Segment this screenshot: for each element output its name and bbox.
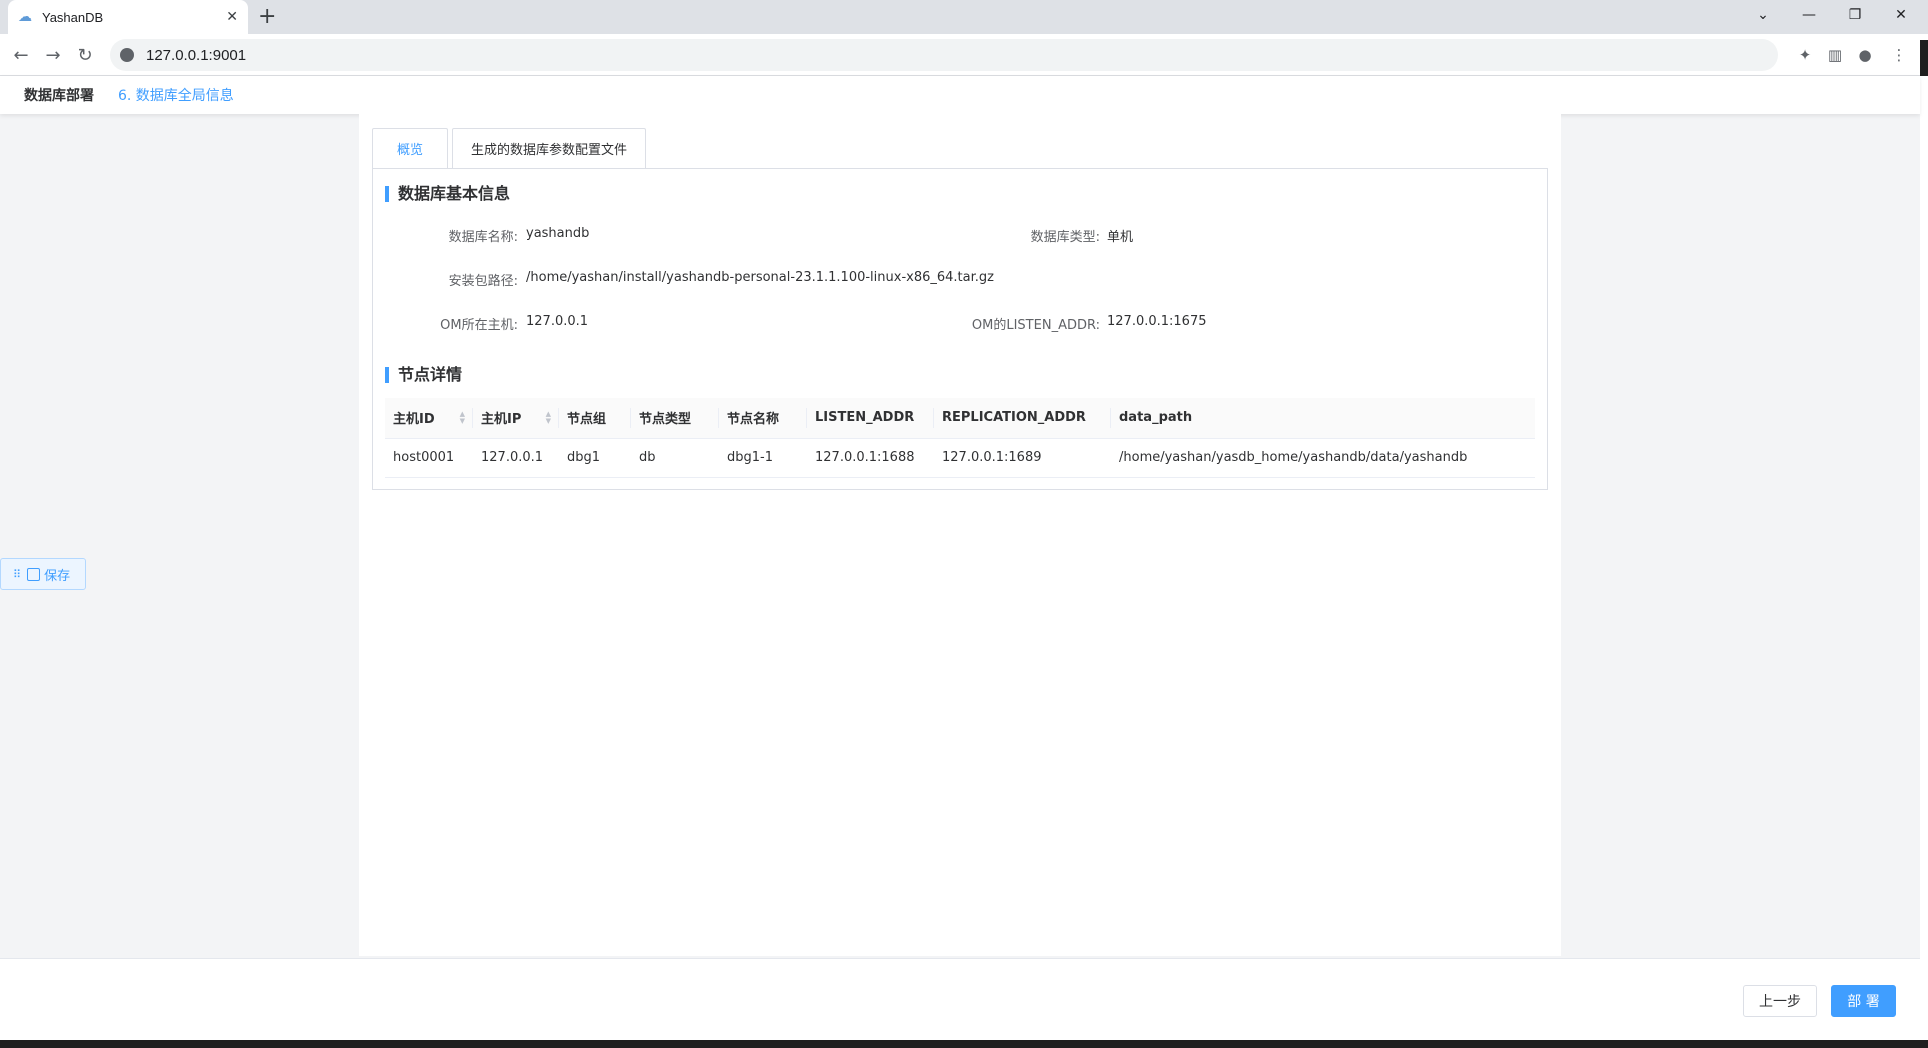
url-bar[interactable]: 127.0.0.1:9001 xyxy=(110,39,1778,71)
deploy-button[interactable]: 部 署 xyxy=(1831,985,1896,1017)
tab-config-file[interactable]: 生成的数据库参数配置文件 xyxy=(452,128,647,168)
db-name-label: 数据库名称: xyxy=(448,230,518,245)
reload-icon[interactable]: ↻ xyxy=(72,42,98,68)
cell-data-path: /home/yashan/yasdb_home/yashandb/data/ya… xyxy=(1111,438,1535,478)
col-node-name: 节点名称 xyxy=(719,398,807,439)
col-node-type: 节点类型 xyxy=(631,398,719,439)
db-type-label: 数据库类型: xyxy=(1030,230,1100,245)
cell-host-ip: 127.0.0.1 xyxy=(473,438,559,478)
table-header-row: 主机ID ▲ ▼ 主机IP ▲ ▼ 节点组 节点类型 节点名称 LISTEN_ADDR … xyxy=(385,398,1535,439)
browser-tabbar: ☁ YashanDB ✕ + ⌄ — ❐ ✕ xyxy=(0,0,1928,34)
db-type-value: 单机 xyxy=(1107,230,1134,245)
page-scrollbar[interactable] xyxy=(1920,76,1928,1040)
browser-tab-title: YashanDB xyxy=(42,9,104,25)
node-table: 主机ID ▲ ▼ 主机IP ▲ ▼ 节点组 节点类型 节点名称 LISTEN_ADDR … xyxy=(385,398,1535,478)
cell-host-id: host0001 xyxy=(385,438,473,478)
save-icon xyxy=(27,567,41,581)
tab-search-icon[interactable]: ⌄ xyxy=(1740,0,1786,30)
close-tab-icon[interactable]: ✕ xyxy=(226,9,238,25)
sort-caret-icon[interactable]: ▲ ▼ xyxy=(460,411,465,425)
profile-icon[interactable]: ● xyxy=(1854,44,1876,66)
cell-node-type: db xyxy=(631,438,719,478)
col-host-id-label: 主机ID xyxy=(393,412,435,428)
install-path-value: /home/yashan/install/yashandb-personal-2… xyxy=(526,270,994,285)
col-replication-addr: REPLICATION_ADDR xyxy=(934,398,1111,439)
current-step: 6. 数据库全局信息 xyxy=(118,88,234,104)
app-header: 数据库部署 6. 数据库全局信息 xyxy=(0,76,1920,114)
om-host-value: 127.0.0.1 xyxy=(526,314,589,329)
yashandb-favicon-icon: ☁ xyxy=(18,9,32,25)
restore-icon[interactable]: ❐ xyxy=(1832,0,1878,30)
new-tab-icon[interactable]: + xyxy=(258,4,276,30)
col-listen-addr-label: LISTEN_ADDR xyxy=(815,410,915,426)
menu-icon[interactable]: ⋮ xyxy=(1888,44,1910,66)
browser-tab[interactable]: ☁ YashanDB ✕ xyxy=(8,0,248,34)
col-node-group: 节点组 xyxy=(559,398,631,439)
side-panel-icon[interactable]: ▥ xyxy=(1824,44,1846,66)
previous-step-button[interactable]: 上一步 xyxy=(1743,985,1817,1017)
tab-overview[interactable]: 概览 xyxy=(372,128,449,168)
cell-replication-addr: 127.0.0.1:1689 xyxy=(934,438,1111,478)
cell-node-name: dbg1-1 xyxy=(719,438,807,478)
url-text: 127.0.0.1:9001 xyxy=(146,46,247,64)
os-taskbar xyxy=(0,1040,1928,1048)
node-details-title: 节点详情 xyxy=(385,367,462,383)
col-node-group-label: 节点组 xyxy=(567,412,607,428)
drag-handle-icon[interactable]: ⠿ xyxy=(13,568,21,581)
col-listen-addr: LISTEN_ADDR xyxy=(807,398,934,439)
extensions-icon[interactable]: ✦ xyxy=(1794,44,1816,66)
om-listen-label: OM的LISTEN_ADDR: xyxy=(971,318,1100,333)
om-listen-value: 127.0.0.1:1675 xyxy=(1107,314,1207,329)
col-data-path: data_path xyxy=(1111,398,1535,439)
save-button[interactable]: ⠿ 保存 xyxy=(0,558,86,590)
save-label: 保存 xyxy=(44,568,71,584)
table-row: host0001 127.0.0.1 dbg1 db dbg1-1 127.0.… xyxy=(385,438,1535,478)
install-path-label: 安装包路径: xyxy=(448,274,518,289)
db-name-value: yashandb xyxy=(526,226,590,241)
footer-bar: 上一步 部 署 xyxy=(0,958,1920,1040)
col-data-path-label: data_path xyxy=(1119,410,1193,426)
browser-toolbar: ← → ↻ 127.0.0.1:9001 ✦ ▥ ● ⋮ xyxy=(0,34,1928,76)
page-title: 数据库部署 xyxy=(24,88,94,104)
minimize-icon[interactable]: — xyxy=(1786,0,1832,30)
col-node-type-label: 节点类型 xyxy=(639,412,692,428)
basic-info-title: 数据库基本信息 xyxy=(385,186,510,202)
col-host-ip-label: 主机IP xyxy=(481,412,522,428)
close-window-icon[interactable]: ✕ xyxy=(1878,0,1924,30)
col-node-name-label: 节点名称 xyxy=(727,412,780,428)
back-icon[interactable]: ← xyxy=(8,42,34,68)
cell-node-group: dbg1 xyxy=(559,438,631,478)
sort-caret-icon[interactable]: ▲ ▼ xyxy=(546,411,551,425)
forward-icon[interactable]: → xyxy=(40,42,66,68)
om-host-label: OM所在主机: xyxy=(440,318,518,333)
col-host-ip[interactable]: 主机IP ▲ ▼ xyxy=(473,398,559,439)
content-tabs: 概览 生成的数据库参数配置文件 xyxy=(372,128,650,168)
cell-listen-addr: 127.0.0.1:1688 xyxy=(807,438,934,478)
col-replication-addr-label: REPLICATION_ADDR xyxy=(942,410,1086,426)
col-host-id[interactable]: 主机ID ▲ ▼ xyxy=(385,398,473,439)
site-info-icon[interactable] xyxy=(120,48,134,62)
